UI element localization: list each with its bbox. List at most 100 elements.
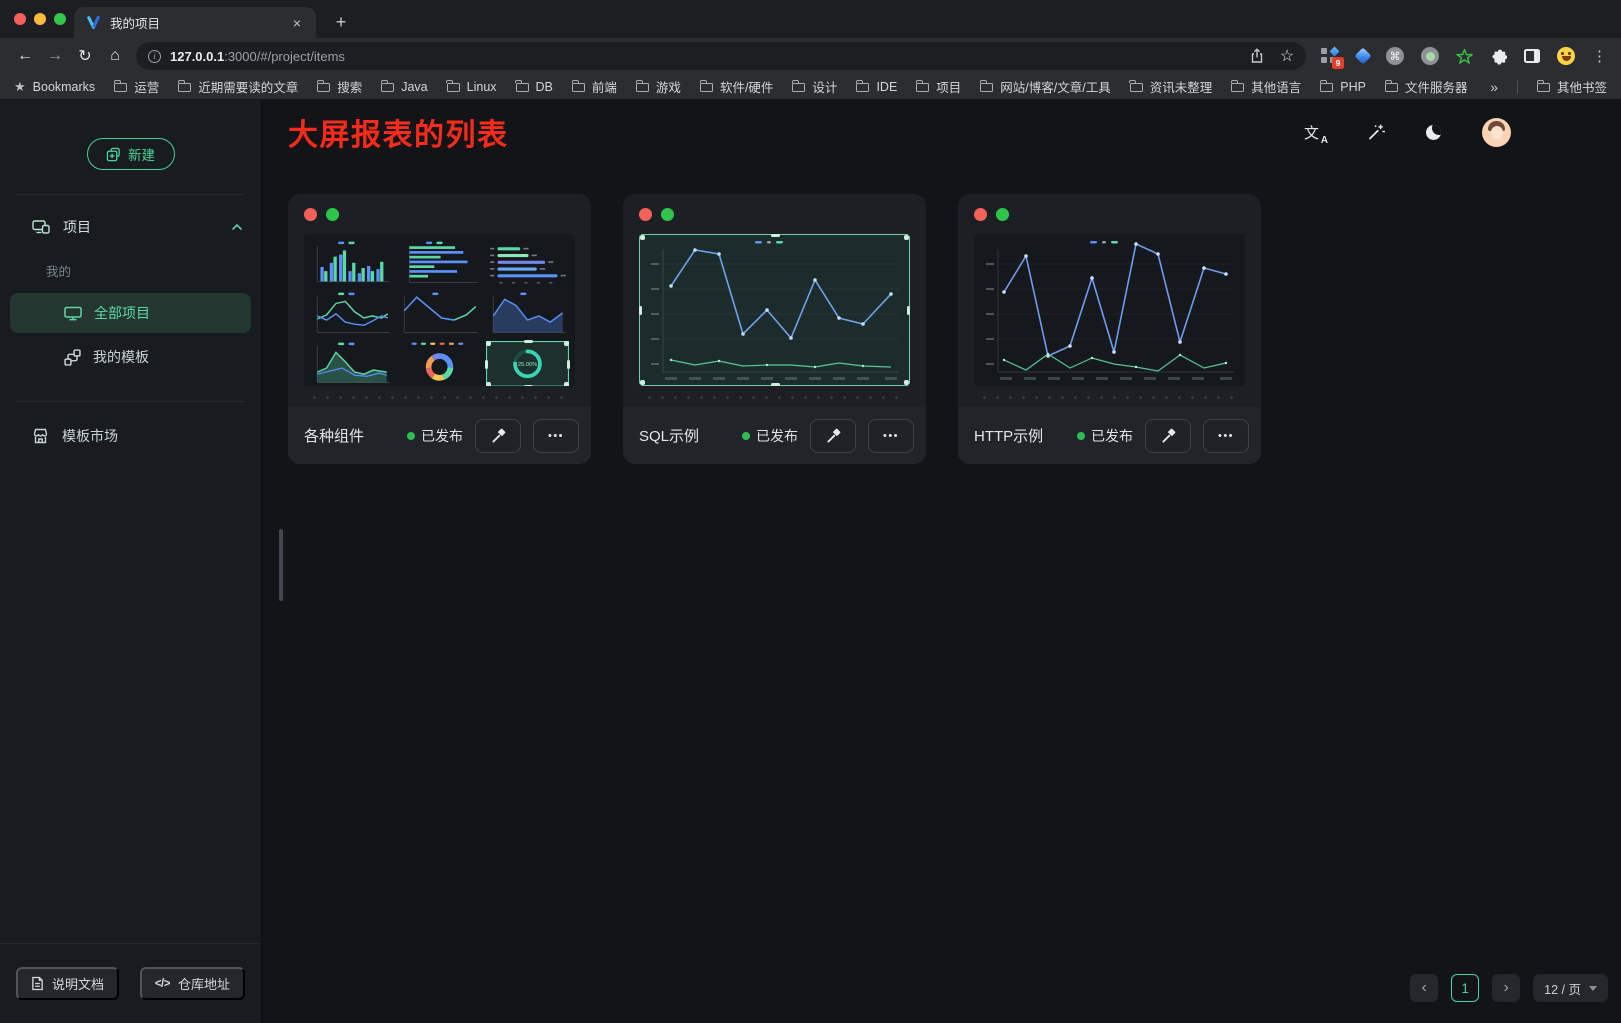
docs-button[interactable]: 说明文档: [16, 967, 119, 1000]
sidebar-divider: [16, 194, 245, 195]
extension-icons: 9 ⌘ ⋮: [1316, 47, 1611, 66]
selection-handle[interactable]: [486, 382, 491, 386]
selection-handle[interactable]: [524, 385, 533, 386]
sidebar-item-all-projects[interactable]: 全部项目: [10, 293, 251, 333]
bookmark-folder[interactable]: 搜索: [317, 77, 362, 96]
forward-icon[interactable]: →: [40, 41, 70, 71]
url-bar[interactable]: i 127.0.0.1:3000/#/project/items ☆: [136, 42, 1306, 70]
bookmark-folder[interactable]: PHP: [1320, 80, 1366, 94]
bookmark-folder[interactable]: 设计: [792, 77, 837, 96]
bookmark-folder[interactable]: DB: [516, 80, 553, 94]
bookmarks-overflow-chevron[interactable]: »: [1488, 79, 1498, 95]
prev-page-button[interactable]: ‹: [1410, 974, 1438, 1002]
green-star-extension-icon[interactable]: [1456, 48, 1473, 65]
user-avatar[interactable]: [1482, 118, 1511, 147]
minimize-window-button[interactable]: [34, 13, 46, 25]
folder-icon: [447, 83, 460, 92]
close-window-button[interactable]: [14, 13, 26, 25]
more-actions-button[interactable]: •••: [1203, 419, 1249, 453]
more-actions-button[interactable]: •••: [868, 419, 914, 453]
tab-close-icon[interactable]: ×: [288, 14, 306, 32]
selection-handle[interactable]: [904, 380, 909, 385]
profile-avatar-icon[interactable]: [1557, 47, 1575, 65]
new-tab-button[interactable]: +: [328, 9, 354, 35]
sidebar-group-projects[interactable]: 项目: [32, 217, 243, 237]
dotted-separator: [306, 396, 573, 399]
browser-tab[interactable]: 我的项目 ×: [74, 7, 316, 38]
bookmark-folder[interactable]: IDE: [856, 80, 897, 94]
edit-hammer-button[interactable]: [475, 419, 521, 453]
bookmark-folder[interactable]: 网站/博客/文章/工具: [980, 77, 1110, 96]
folder-icon: [636, 83, 649, 92]
selection-handle[interactable]: [904, 235, 909, 240]
folder-icon: [1231, 83, 1244, 92]
bookmark-folder[interactable]: 其他语言: [1231, 77, 1301, 96]
selection-handle[interactable]: [771, 234, 780, 237]
folder-icon: [516, 83, 529, 92]
maximize-window-button[interactable]: [54, 13, 66, 25]
selection-overlay[interactable]: [639, 234, 910, 386]
side-panel-icon[interactable]: [1524, 49, 1540, 63]
bookmark-folder[interactable]: 软件/硬件: [700, 77, 773, 96]
project-card[interactable]: HTTP示例 已发布 •••: [958, 194, 1261, 464]
folder-icon: [856, 83, 869, 92]
bookmark-folder[interactable]: Linux: [447, 80, 497, 94]
browser-menu-icon[interactable]: ⋮: [1592, 47, 1607, 65]
selection-handle[interactable]: [771, 383, 780, 386]
monitor-icon: [64, 306, 82, 321]
dark-mode-moon-icon[interactable]: [1426, 125, 1441, 140]
bookmark-folder[interactable]: 近期需要读的文章: [178, 77, 298, 96]
gem-extension-icon[interactable]: [1355, 48, 1372, 65]
edit-hammer-button[interactable]: [1145, 419, 1191, 453]
magic-wand-icon[interactable]: [1367, 123, 1385, 141]
command-extension-icon[interactable]: ⌘: [1386, 47, 1404, 65]
sidebar-item-template-market[interactable]: 模板市场: [10, 416, 251, 456]
reload-icon[interactable]: ↻: [70, 41, 100, 71]
scrollbar-thumb[interactable]: [279, 529, 283, 601]
edit-hammer-button[interactable]: [810, 419, 856, 453]
chevron-up-icon[interactable]: [231, 223, 243, 231]
selection-handle[interactable]: [485, 360, 488, 369]
page-size-select[interactable]: 12 / 页: [1533, 974, 1608, 1002]
repo-button[interactable]: </> 仓库地址: [140, 967, 245, 1000]
site-info-icon[interactable]: i: [148, 50, 161, 63]
project-card[interactable]: SQL示例 已发布 •••: [623, 194, 926, 464]
more-actions-button[interactable]: •••: [533, 419, 579, 453]
bookmark-folder[interactable]: 运营: [114, 77, 159, 96]
selection-handle[interactable]: [567, 360, 570, 369]
bookmark-folder[interactable]: 前端: [572, 77, 617, 96]
bookmark-star-icon[interactable]: ☆: [1274, 43, 1300, 69]
sidebar-item-my-templates[interactable]: 我的模板: [10, 337, 251, 377]
selection-handle[interactable]: [524, 340, 533, 343]
selection-handle[interactable]: [639, 306, 642, 315]
bookmark-folder[interactable]: Java: [381, 80, 427, 94]
home-icon[interactable]: ⌂: [100, 41, 130, 71]
selection-handle[interactable]: [640, 380, 645, 385]
language-toggle-icon[interactable]: 文A: [1304, 122, 1326, 143]
selection-handle[interactable]: [907, 306, 910, 315]
selection-handle[interactable]: [640, 235, 645, 240]
status-dot: [407, 432, 415, 440]
bookmark-folder[interactable]: 游戏: [636, 77, 681, 96]
next-page-button[interactable]: ›: [1492, 974, 1520, 1002]
recorder-extension-icon[interactable]: [1421, 47, 1439, 65]
red-dot: [304, 208, 317, 221]
bookmark-folder[interactable]: 项目: [916, 77, 961, 96]
bookmark-folder[interactable]: 文件服务器: [1385, 77, 1468, 96]
bookmark-folder[interactable]: 资讯未整理: [1130, 77, 1213, 96]
tab-manager-extension-icon[interactable]: 9: [1320, 47, 1340, 66]
card-window-dots: [639, 208, 910, 221]
extension-badge: 9: [1332, 57, 1344, 69]
card-window-dots: [974, 208, 1245, 221]
other-bookmarks[interactable]: 其他书签: [1537, 77, 1607, 96]
extensions-puzzle-icon[interactable]: [1490, 48, 1507, 65]
browser-titlebar: 我的项目 × +: [0, 0, 1621, 38]
traffic-lights: [14, 13, 66, 25]
selection-handle[interactable]: [564, 382, 569, 386]
current-page-button[interactable]: 1: [1451, 974, 1479, 1002]
back-icon[interactable]: ←: [10, 41, 40, 71]
bookmarks-root[interactable]: ★Bookmarks: [14, 79, 95, 95]
share-icon[interactable]: [1244, 43, 1270, 69]
project-card[interactable]: 25.00% 各种组件: [288, 194, 591, 464]
new-project-button[interactable]: 新建: [87, 138, 175, 170]
